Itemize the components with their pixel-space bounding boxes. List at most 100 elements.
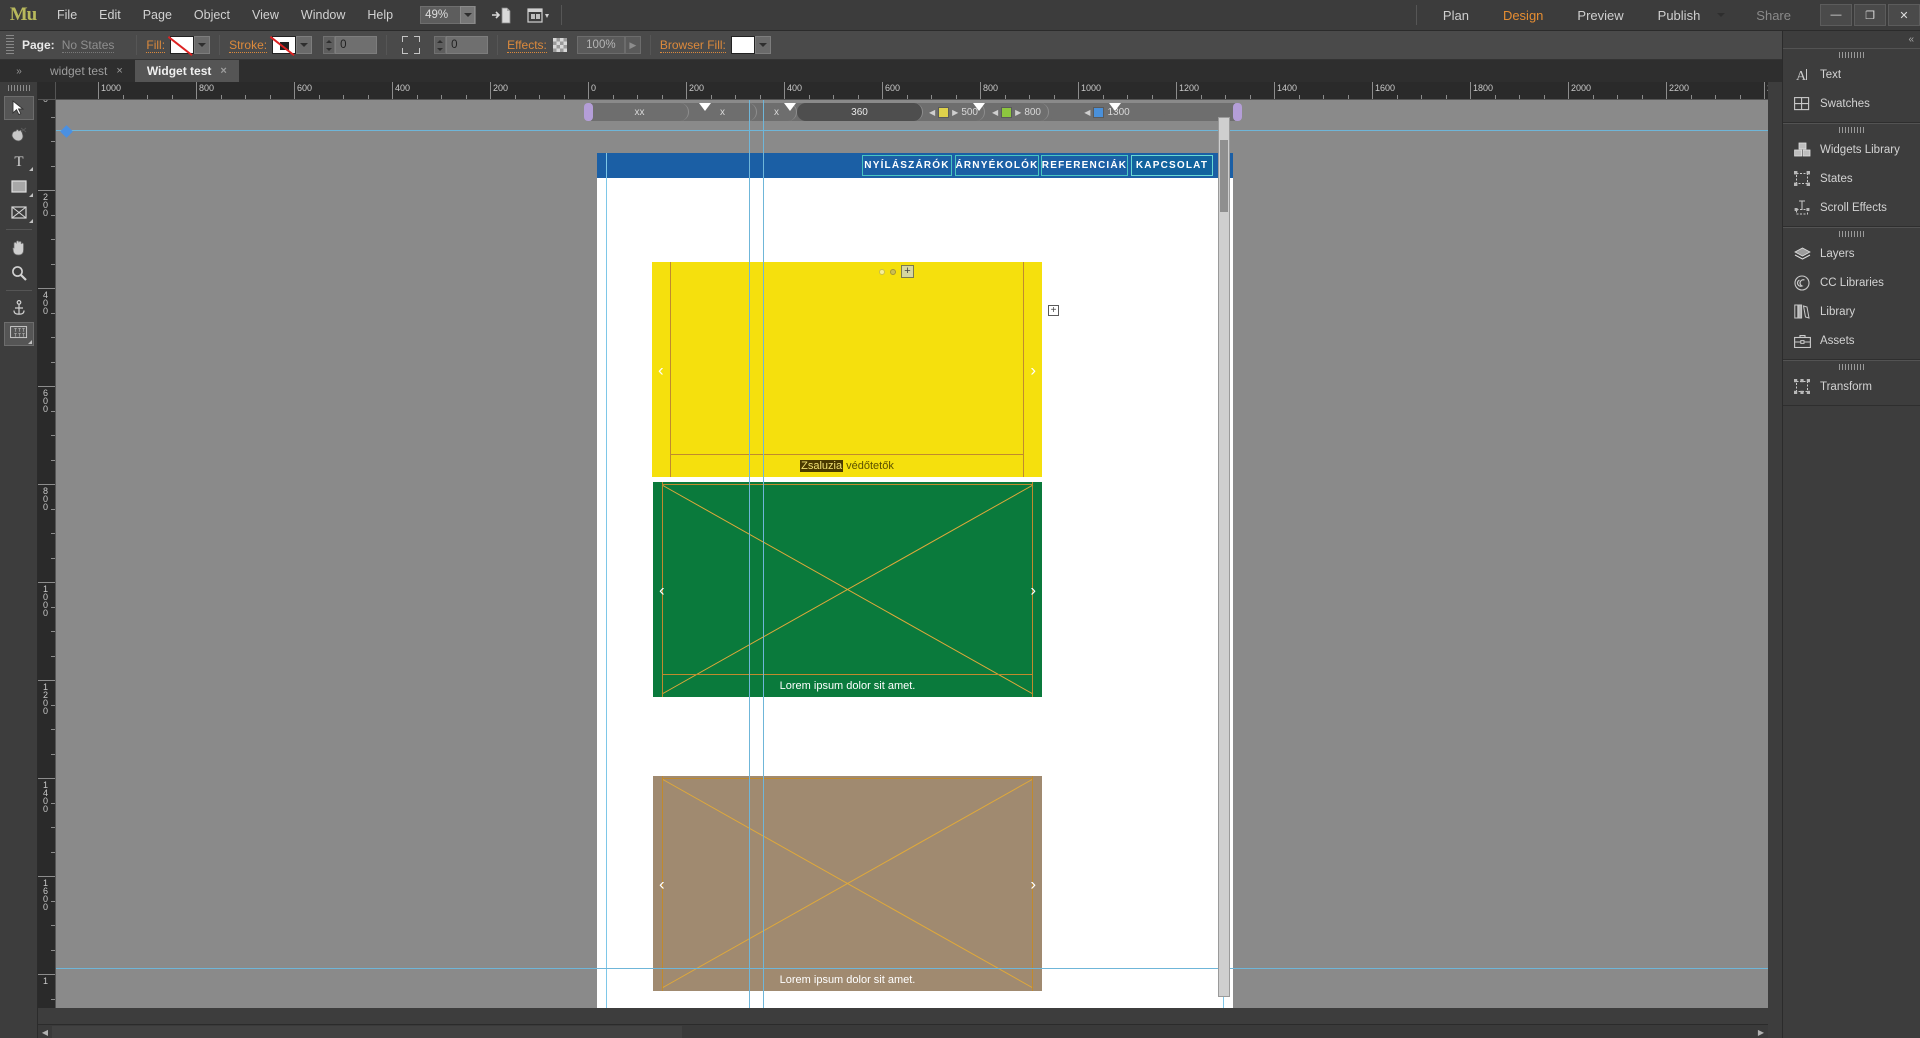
opacity-value[interactable]: 100% xyxy=(576,36,625,54)
browser-fill-swatch[interactable] xyxy=(730,36,755,54)
ruler-origin[interactable] xyxy=(38,82,56,100)
yellow-caption[interactable]: Zsaluzia védőtetők xyxy=(652,455,1042,477)
browser-fill-dropdown[interactable] xyxy=(754,36,771,54)
fill-dropdown[interactable] xyxy=(194,36,211,54)
horizontal-ruler[interactable]: 1000 800 600 400 200 0 200 400 600 800 1000 1200 140… xyxy=(56,82,1768,100)
page-inner-scroll-thumb[interactable] xyxy=(1220,140,1228,212)
panel-item-cc-libraries[interactable]: CC Libraries xyxy=(1783,268,1920,297)
scroll-left-arrow[interactable]: ◀ xyxy=(38,1025,52,1038)
panel-collapse-icon[interactable]: « xyxy=(1783,31,1920,48)
menu-file[interactable]: File xyxy=(46,0,88,31)
panel-item-library[interactable]: Library xyxy=(1783,297,1920,326)
tools-panel-grip[interactable] xyxy=(0,82,37,94)
rectangle-tool[interactable] xyxy=(4,174,34,198)
add-slide-button[interactable]: + xyxy=(901,265,914,278)
hero-dot-1[interactable] xyxy=(879,268,885,275)
crop-tool[interactable] xyxy=(4,122,34,146)
panel-group-4-grip[interactable] xyxy=(1783,361,1920,372)
tan-next-arrow[interactable]: › xyxy=(1030,875,1036,892)
nav-item-referenciak[interactable]: REFERENCIÁK xyxy=(1041,155,1128,176)
yellow-slideshow-plus-handle[interactable]: + xyxy=(1048,305,1059,316)
hero-dot-2[interactable] xyxy=(890,268,896,275)
green-prev-arrow[interactable]: ‹ xyxy=(659,581,665,598)
selection-tool[interactable] xyxy=(3,96,34,120)
zoom-level-combo[interactable]: 49% xyxy=(420,6,477,24)
corner-radius-stepper[interactable]: 0 xyxy=(434,36,489,54)
new-page-icon[interactable] xyxy=(488,5,514,25)
tab-close-icon[interactable]: × xyxy=(116,65,122,77)
minimize-button[interactable]: — xyxy=(1820,4,1852,26)
opacity-control[interactable]: 100% ▶ xyxy=(576,36,641,54)
page-inner-scrollbar[interactable] xyxy=(1218,117,1230,997)
ruler-guide-vertical-1[interactable] xyxy=(749,100,750,1008)
panel-item-scroll-effects[interactable]: Scroll Effects xyxy=(1783,193,1920,222)
hand-tool[interactable] xyxy=(4,235,34,259)
tan-prev-arrow[interactable]: ‹ xyxy=(659,875,665,892)
panel-item-transform[interactable]: Transform xyxy=(1783,372,1920,401)
publish-dropdown-arrow[interactable] xyxy=(1717,13,1739,17)
green-slideshow[interactable]: ‹ › Lorem ipsum dolor sit amet. xyxy=(653,482,1042,697)
green-caption[interactable]: Lorem ipsum dolor sit amet. xyxy=(653,675,1042,697)
panel-item-assets[interactable]: Assets xyxy=(1783,326,1920,355)
breakpoint-seg-800[interactable]: ◀ ▶ 800 xyxy=(985,103,1049,121)
scroll-right-arrow[interactable]: ▶ xyxy=(1754,1025,1768,1038)
guide-marker-top[interactable] xyxy=(60,125,73,138)
panel-group-3-grip[interactable] xyxy=(1783,228,1920,239)
fill-swatch[interactable] xyxy=(168,36,195,56)
green-next-arrow[interactable]: › xyxy=(1030,581,1036,598)
tan-caption[interactable]: Lorem ipsum dolor sit amet. xyxy=(653,969,1042,991)
yellow-prev-arrow[interactable]: ‹ xyxy=(658,361,664,378)
tan-slideshow[interactable]: ‹ › Lorem ipsum dolor sit amet. xyxy=(653,776,1042,991)
stroke-weight-value[interactable]: 0 xyxy=(335,36,378,54)
ruler-guide-vertical-2[interactable] xyxy=(763,100,764,1008)
nav-item-nyilaszarok[interactable]: NYÍLÁSZÁRÓK xyxy=(862,155,952,176)
page-canvas[interactable]: NYÍLÁSZÁRÓK ÁRNYÉKOLÓK REFERENCIÁK KAPCS… xyxy=(597,153,1233,1008)
effects-swatch[interactable] xyxy=(552,38,567,52)
panel-item-widgets-library[interactable]: Widgets Library xyxy=(1783,135,1920,164)
close-button[interactable]: ✕ xyxy=(1888,4,1920,26)
corner-radius-value[interactable]: 0 xyxy=(446,36,489,54)
mode-publish[interactable]: Publish xyxy=(1641,0,1718,31)
breakpoint-handle-2[interactable] xyxy=(784,103,796,111)
panel-item-text[interactable]: A Text xyxy=(1783,60,1920,89)
text-frame-tool[interactable]: T T T T T T xyxy=(3,322,34,346)
page-state-value[interactable]: No States xyxy=(61,38,115,53)
ruler-guide-horizontal-2[interactable] xyxy=(56,968,1768,969)
breakpoint-handle-1[interactable] xyxy=(699,103,711,111)
horizontal-scroll-thumb[interactable] xyxy=(52,1026,682,1038)
mode-design[interactable]: Design xyxy=(1486,0,1560,31)
zoom-dropdown-arrow[interactable] xyxy=(460,6,476,24)
tab-widget-test-1[interactable]: widget test × xyxy=(38,60,135,82)
site-navigation-bar[interactable]: NYÍLÁSZÁRÓK ÁRNYÉKOLÓK REFERENCIÁK KAPCS… xyxy=(597,153,1233,178)
panel-group-1-grip[interactable] xyxy=(1783,49,1920,60)
stroke-swatch[interactable] xyxy=(270,36,297,56)
panel-item-layers[interactable]: Layers xyxy=(1783,239,1920,268)
mode-preview[interactable]: Preview xyxy=(1560,0,1640,31)
menu-view[interactable]: View xyxy=(241,0,290,31)
menu-edit[interactable]: Edit xyxy=(88,0,132,31)
panel-group-2-grip[interactable] xyxy=(1783,124,1920,135)
breakpoint-right-end[interactable] xyxy=(1233,103,1242,121)
panel-item-swatches[interactable]: Swatches xyxy=(1783,89,1920,118)
stroke-weight-stepper[interactable]: 0 xyxy=(323,36,378,54)
yellow-slideshow[interactable]: ‹ › + Zsaluzia védőtetők xyxy=(652,262,1042,477)
tab-close-icon[interactable]: × xyxy=(220,65,226,77)
breakpoint-bar[interactable]: xx x x 360 ◀ ▶ 500 ◀ ▶ 800 ◀ 1300 xyxy=(584,103,1242,121)
menu-object[interactable]: Object xyxy=(183,0,241,31)
breakpoint-handle-4[interactable] xyxy=(1109,103,1121,111)
panel-item-states[interactable]: States xyxy=(1783,164,1920,193)
anchor-tool[interactable] xyxy=(4,296,34,320)
restore-button[interactable]: ❐ xyxy=(1854,4,1886,26)
text-tool[interactable]: T xyxy=(4,148,34,172)
tab-widget-test-2[interactable]: Widget test × xyxy=(134,60,239,82)
yellow-hero-dots[interactable]: + xyxy=(879,265,914,278)
nav-item-kapcsolat[interactable]: KAPCSOLAT xyxy=(1131,155,1213,176)
canvas-horizontal-scrollbar[interactable]: ◀ ▶ xyxy=(38,1024,1768,1038)
mode-share[interactable]: Share xyxy=(1739,0,1808,31)
opacity-slider-arrow[interactable]: ▶ xyxy=(624,36,641,54)
nav-item-arnyekolok[interactable]: ÁRNYÉKOLÓK xyxy=(955,155,1039,176)
toolbar-expand-icon[interactable]: » xyxy=(0,60,38,82)
vertical-ruler[interactable]: 0 200 400 600 800 1000 1200 1400 1600 1 xyxy=(38,100,56,1008)
preview-device-icon[interactable] xyxy=(526,5,552,25)
breakpoint-handle-3[interactable] xyxy=(973,103,985,111)
